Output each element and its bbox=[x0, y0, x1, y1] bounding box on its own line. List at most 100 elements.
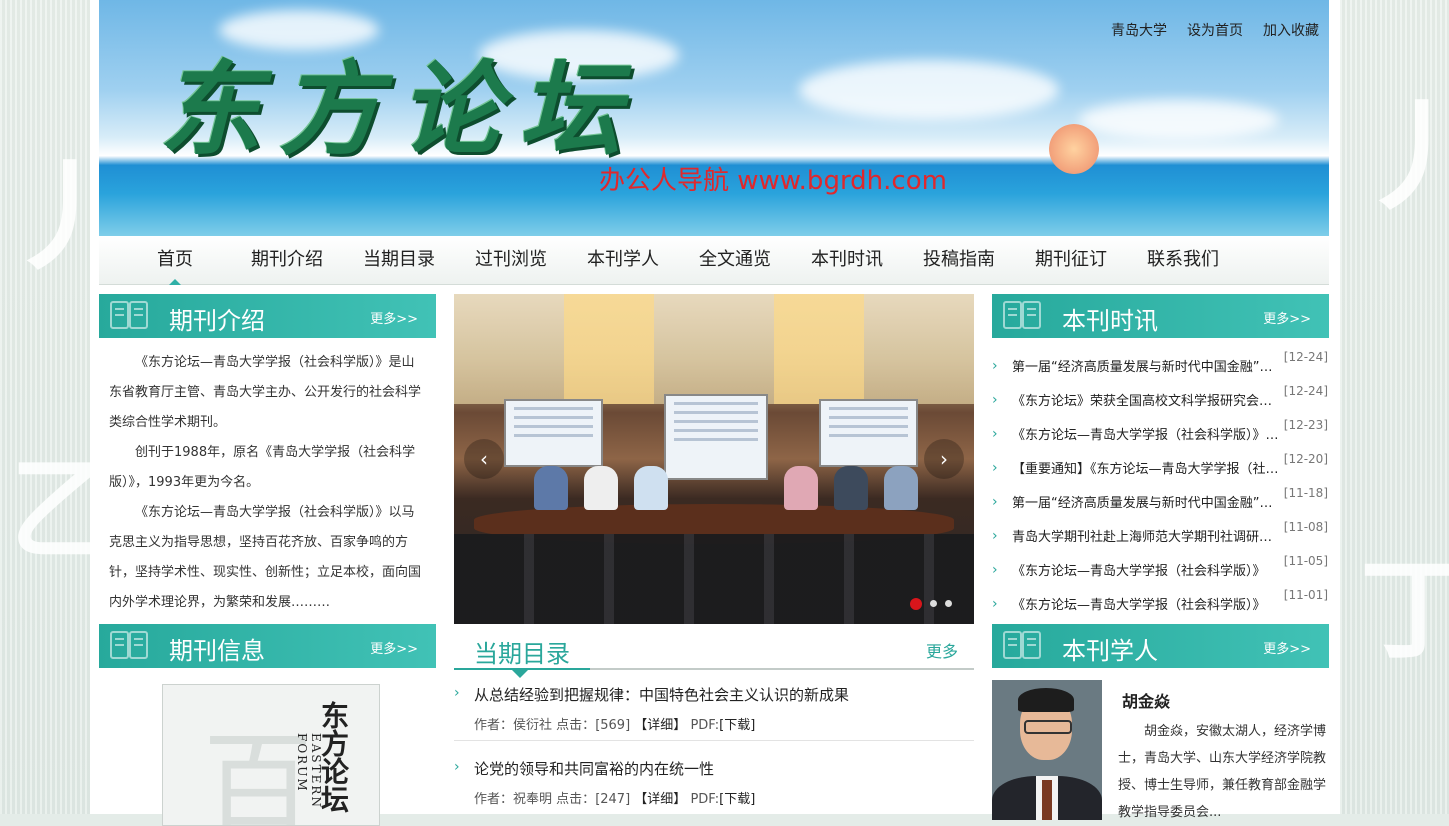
carousel-photo-person bbox=[884, 466, 918, 510]
article-detail-link[interactable]: 【详细】 bbox=[634, 718, 686, 733]
current-issue-title[interactable]: 当期目录 bbox=[474, 634, 570, 669]
page-background-left: 丿 乙 bbox=[0, 0, 124, 814]
top-links: 青岛大学 设为首页 加入收藏 bbox=[1111, 20, 1319, 40]
article-author: 祝奉明 bbox=[513, 792, 553, 807]
sun-decoration bbox=[1049, 124, 1099, 174]
nav-item-current-issue[interactable]: 当期目录 bbox=[343, 236, 455, 284]
news-date: [11-01] bbox=[1283, 588, 1328, 602]
article-detail-link[interactable]: 【详细】 bbox=[634, 792, 686, 807]
scholar-name[interactable]: 胡金焱 bbox=[1122, 688, 1170, 712]
carousel-dot-1[interactable] bbox=[910, 598, 922, 610]
current-issue-header: 当期目录 更多 bbox=[454, 624, 974, 678]
page-container: 东方论坛 办公人导航 www.bgrdh.com 青岛大学 设为首页 加入收藏 … bbox=[90, 0, 1340, 826]
article-divider bbox=[454, 740, 974, 741]
nav-item-news[interactable]: 本刊时讯 bbox=[791, 236, 903, 284]
news-item: › 《东方论坛—青岛大学学报（社会科学版）》 [11-01] bbox=[992, 588, 1328, 622]
news-title[interactable]: 《东方论坛—青岛大学学报（社会科学版）》 bbox=[1012, 594, 1280, 613]
nav-item-subscription[interactable]: 期刊征订 bbox=[1015, 236, 1127, 284]
carousel-dot-2[interactable] bbox=[930, 600, 937, 607]
news-item: › 《东方论坛》荣获全国高校文科学报研究会优秀编辑奖[12-24] bbox=[992, 384, 1328, 418]
scholar-panel-title: 本刊学人 bbox=[1062, 637, 1158, 665]
current-issue-more-link[interactable]: 更多 bbox=[926, 638, 958, 662]
article-title[interactable]: 论党的领导和共同富裕的内在统一性 bbox=[474, 758, 714, 779]
news-title[interactable]: 《东方论坛—青岛大学学报（社会科学版）》 bbox=[1012, 560, 1280, 579]
article-download-link[interactable]: [下载] bbox=[719, 718, 755, 733]
article-title[interactable]: 从总结经验到把握规律：中国特色社会主义认识的新成果 bbox=[474, 684, 849, 705]
article-clicks: [569] bbox=[595, 718, 631, 733]
chevron-right-icon: › bbox=[992, 596, 998, 612]
intro-more-link[interactable]: 更多>> bbox=[370, 308, 418, 327]
chevron-right-icon: › bbox=[454, 685, 460, 701]
news-item: › 《东方论坛—青岛大学学报（社会科学版）》入选 [12-23] bbox=[992, 418, 1328, 452]
news-date: [11-18] bbox=[1283, 486, 1328, 500]
chevron-right-icon: › bbox=[454, 759, 460, 775]
news-date: [12-20] bbox=[1283, 452, 1328, 466]
chevron-right-icon: › bbox=[992, 358, 998, 374]
top-link-add-favorite[interactable]: 加入收藏 bbox=[1263, 20, 1319, 40]
cloud bbox=[799, 60, 1059, 120]
carousel-dots bbox=[910, 598, 952, 610]
book-icon bbox=[1003, 631, 1041, 659]
carousel-photo-person bbox=[534, 466, 568, 510]
news-title[interactable]: 《东方论坛》荣获全国高校文科学报研究会优秀编辑奖 bbox=[1012, 390, 1280, 409]
article-meta: 作者：祝奉明 点击：[247] 【详细】 PDF:[下载] bbox=[474, 788, 755, 807]
news-date: [12-23] bbox=[1283, 418, 1328, 432]
nav-item-home[interactable]: 首页 bbox=[119, 236, 231, 285]
news-more-link[interactable]: 更多>> bbox=[1263, 308, 1311, 327]
scholar-bio: 胡金焱，安徽太湖人，经济学博士，青岛大学、山东大学经济学院教授、博士生导师，兼任… bbox=[1118, 724, 1327, 820]
article-download-link[interactable]: [下载] bbox=[719, 792, 755, 807]
carousel-prev-arrow[interactable]: ‹ bbox=[464, 439, 504, 479]
chevron-right-icon: › bbox=[992, 392, 998, 408]
carousel-next-arrow[interactable]: › bbox=[924, 439, 964, 479]
journal-cover-image[interactable]: 百 EASTERN FORUM 东方论坛 bbox=[162, 684, 380, 826]
scholar-more-link[interactable]: 更多>> bbox=[1263, 638, 1311, 657]
carousel-photo-screen bbox=[664, 394, 768, 480]
info-panel-header: 期刊信息 更多>> bbox=[99, 624, 436, 668]
scholar-panel-header: 本刊学人 更多>> bbox=[992, 624, 1329, 668]
top-link-set-homepage[interactable]: 设为首页 bbox=[1187, 20, 1243, 40]
nav-item-scholars[interactable]: 本刊学人 bbox=[567, 236, 679, 284]
carousel-photo-person bbox=[784, 466, 818, 510]
article-clicks: [247] bbox=[595, 792, 631, 807]
carousel-photo-ceiling bbox=[454, 294, 974, 404]
news-title[interactable]: 第一届“经济高质量发展与新时代中国金融”学术研讨会 bbox=[1012, 492, 1280, 511]
article-author: 侯衍社 bbox=[513, 718, 553, 733]
news-date: [11-05] bbox=[1283, 554, 1328, 568]
news-item: › 【重要通知】《东方论坛—青岛大学学报（社会科学版）》[12-20] bbox=[992, 452, 1328, 486]
carousel-dot-3[interactable] bbox=[945, 600, 952, 607]
top-link-university[interactable]: 青岛大学 bbox=[1111, 20, 1167, 40]
site-logo[interactable]: 东方论坛 bbox=[159, 28, 639, 175]
news-item: › 青岛大学期刊社赴上海师范大学期刊社调研交流 [11-08] bbox=[992, 520, 1328, 554]
scholar-photo[interactable] bbox=[992, 680, 1102, 820]
cloud bbox=[1079, 100, 1279, 140]
news-date: [12-24] bbox=[1283, 384, 1328, 398]
clicks-label: 点击： bbox=[556, 718, 596, 733]
news-title[interactable]: 【重要通知】《东方论坛—青岛大学学报（社会科学版）》 bbox=[1012, 458, 1280, 477]
nav-item-past-issues[interactable]: 过刊浏览 bbox=[455, 236, 567, 284]
info-more-link[interactable]: 更多>> bbox=[370, 638, 418, 657]
news-list: ›第一届“经济高质量发展与新时代中国金融”学术研讨会[12-24] ›《东方论坛… bbox=[992, 350, 1328, 622]
current-issue-indicator bbox=[512, 670, 528, 678]
nav-item-journal-intro[interactable]: 期刊介绍 bbox=[231, 236, 343, 284]
intro-paragraph: 《东方论坛—青岛大学学报（社会科学版）》是山东省教育厅主管、青岛大学主办、公开发… bbox=[109, 355, 422, 430]
nav-item-submission[interactable]: 投稿指南 bbox=[903, 236, 1015, 284]
page-background-right: 丿 丁 bbox=[1340, 0, 1449, 814]
news-title[interactable]: 第一届“经济高质量发展与新时代中国金融”学术研讨会 bbox=[1012, 356, 1280, 375]
header-banner: 东方论坛 办公人导航 www.bgrdh.com 青岛大学 设为首页 加入收藏 bbox=[99, 0, 1329, 236]
news-date: [11-08] bbox=[1283, 520, 1328, 534]
calligraphy-decoration: 丿 bbox=[1356, 87, 1449, 228]
news-item: › 《东方论坛—青岛大学学报（社会科学版）》 [11-05] bbox=[992, 554, 1328, 588]
pdf-label: PDF: bbox=[690, 718, 720, 733]
image-carousel[interactable]: ‹ › bbox=[454, 294, 974, 624]
carousel-photo-screen bbox=[504, 399, 603, 467]
info-panel-title: 期刊信息 bbox=[169, 637, 265, 665]
carousel-photo-person bbox=[584, 466, 618, 510]
news-title[interactable]: 《东方论坛—青岛大学学报（社会科学版）》入选 bbox=[1012, 424, 1280, 443]
photo-glasses bbox=[1024, 720, 1072, 734]
chevron-right-icon: › bbox=[992, 562, 998, 578]
author-label: 作者： bbox=[474, 792, 514, 807]
news-title[interactable]: 青岛大学期刊社赴上海师范大学期刊社调研交流 bbox=[1012, 526, 1280, 545]
nav-item-contact[interactable]: 联系我们 bbox=[1127, 236, 1239, 284]
nav-item-full-text[interactable]: 全文通览 bbox=[679, 236, 791, 284]
intro-panel-header: 期刊介绍 更多>> bbox=[99, 294, 436, 338]
